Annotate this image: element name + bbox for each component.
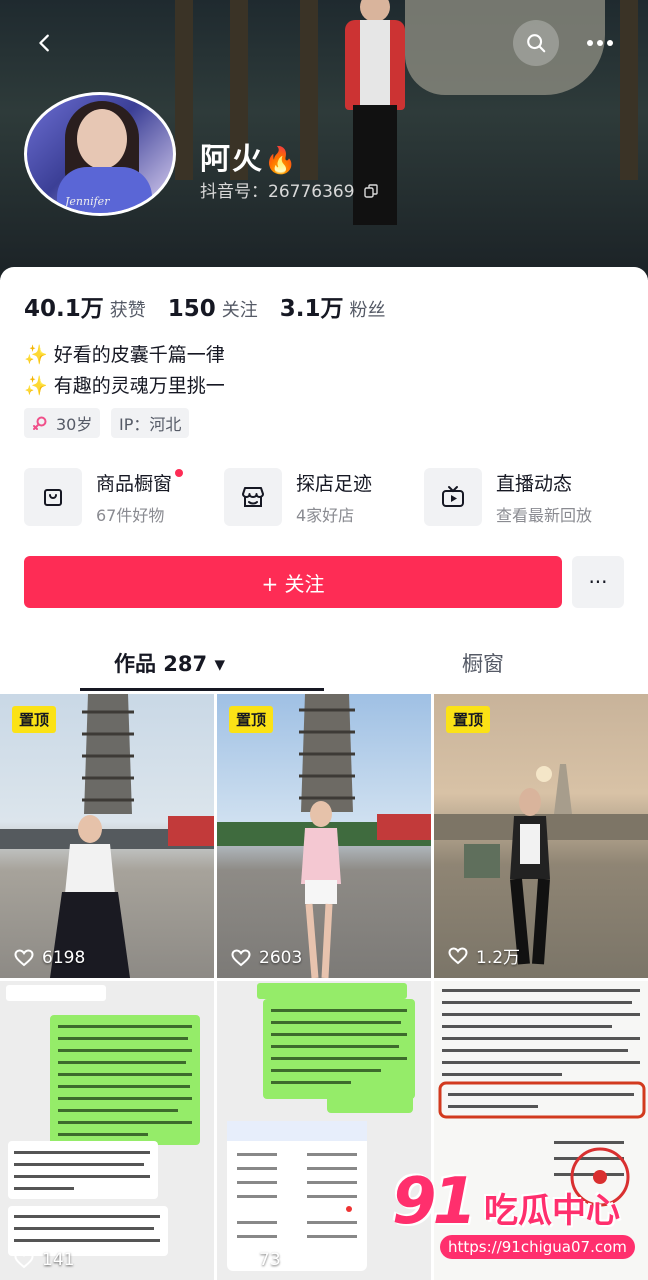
cover-pillar xyxy=(300,0,318,180)
likes-count: 40.1万 xyxy=(24,296,104,322)
shop-bag-icon xyxy=(24,468,82,526)
ip-tag: IP：河北 xyxy=(111,408,190,438)
cover-rock xyxy=(405,0,605,95)
tab-active-underline xyxy=(80,688,324,691)
age-tag: 30岁 xyxy=(24,408,101,438)
watermark-number: 91 xyxy=(392,1165,477,1239)
cover-pillar xyxy=(175,0,193,180)
feature-store-visits[interactable]: 探店足迹 4家好店 xyxy=(224,466,372,528)
post-thumbnail[interactable]: 置顶 2603 xyxy=(217,694,431,978)
more-actions-button[interactable]: ··· xyxy=(572,556,624,608)
douyin-id[interactable]: 抖音号：26776369 xyxy=(200,177,378,202)
post-likes-count: 141 xyxy=(42,1250,75,1270)
post-likes-count: 73 xyxy=(259,1250,281,1270)
post-likes-count: 1.2万 xyxy=(476,948,521,968)
feature-showcase[interactable]: 商品橱窗 67件好物 xyxy=(24,466,184,528)
feature-store-title: 探店足迹 xyxy=(296,472,373,495)
heart-icon xyxy=(448,946,468,964)
bio-line-2: ✨ 有趣的灵魂万里挑一 xyxy=(24,375,225,397)
avatar[interactable]: Jennifer xyxy=(24,92,176,216)
feature-live-title: 直播动态 xyxy=(496,472,573,495)
ip-tag-text: IP：河北 xyxy=(119,415,182,434)
back-button[interactable] xyxy=(22,20,68,66)
post-likes: 73 xyxy=(231,1250,281,1270)
tab-works[interactable]: 作品 287 ▾ xyxy=(114,648,225,678)
fire-icon: 🔥 xyxy=(264,146,299,176)
post-image xyxy=(6,985,200,1256)
post-thumbnail[interactable]: 置顶 1.2万 xyxy=(434,694,648,978)
pinned-badge: 置顶 xyxy=(446,706,491,733)
chevron-left-icon xyxy=(39,34,49,52)
search-button[interactable] xyxy=(513,20,559,66)
post-likes: 6198 xyxy=(14,948,85,968)
heart-icon xyxy=(14,1251,34,1269)
follow-button[interactable]: + 关注 xyxy=(24,556,562,608)
post-image xyxy=(217,694,431,978)
site-watermark: 91 吃瓜中心 https://91chigua07.com xyxy=(392,1165,635,1259)
followers-label[interactable]: 粉丝 xyxy=(350,296,386,322)
feature-live-sub: 查看最新回放 xyxy=(496,505,593,525)
douyin-id-text: 抖音号：26776369 xyxy=(200,182,355,202)
pinned-badge: 置顶 xyxy=(12,706,57,733)
copy-icon[interactable] xyxy=(364,184,378,198)
nickname-text: 阿火 xyxy=(200,142,264,177)
post-thumbnail[interactable]: 置顶 6198 xyxy=(0,694,214,978)
more-dots-icon xyxy=(587,40,613,46)
post-likes-count: 2603 xyxy=(259,948,303,968)
search-icon xyxy=(527,34,546,53)
following-count[interactable]: 150 xyxy=(168,296,216,322)
pinned-badge: 置顶 xyxy=(229,706,274,733)
age-tag-text: 30岁 xyxy=(56,415,93,434)
female-icon xyxy=(33,416,47,430)
post-likes: 1.2万 xyxy=(448,943,520,968)
avatar-signature: Jennifer xyxy=(65,195,110,208)
content-tabs: 作品 287 ▾ 橱窗 xyxy=(0,636,648,692)
followers-count[interactable]: 3.1万 xyxy=(280,289,344,323)
heart-icon xyxy=(231,1251,251,1269)
feature-showcase-title: 商品橱窗 xyxy=(96,468,184,496)
feature-live[interactable]: 直播动态 查看最新回放 xyxy=(424,466,592,528)
heart-icon xyxy=(231,949,251,967)
feature-store-sub: 4家好店 xyxy=(296,505,355,525)
post-image xyxy=(434,764,648,965)
heart-icon xyxy=(14,949,34,967)
watermark-title: 吃瓜中心 xyxy=(484,1191,620,1231)
feature-showcase-sub: 67件好物 xyxy=(96,505,165,525)
watermark-url: https://91chigua07.com xyxy=(440,1235,635,1259)
nickname: 阿火🔥 xyxy=(200,134,298,178)
post-thumbnail[interactable]: 141 xyxy=(0,981,214,1280)
live-tv-icon xyxy=(424,468,482,526)
tab-showcase[interactable]: 橱窗 xyxy=(462,648,504,678)
bio-line-1: ✨ 好看的皮囊千篇一律 xyxy=(24,344,225,366)
stats-row: 40.1万 获赞 150 关注 3.1万 粉丝 xyxy=(24,289,408,323)
post-image xyxy=(0,694,214,978)
following-label[interactable]: 关注 xyxy=(222,296,258,322)
cover-pillar xyxy=(620,0,638,180)
post-likes: 2603 xyxy=(231,948,302,968)
more-menu-button[interactable] xyxy=(577,20,623,66)
post-likes: 141 xyxy=(14,1250,74,1270)
store-icon xyxy=(224,468,282,526)
post-likes-count: 6198 xyxy=(42,948,86,968)
notification-dot xyxy=(175,468,184,477)
likes-label: 获赞 xyxy=(109,300,146,321)
